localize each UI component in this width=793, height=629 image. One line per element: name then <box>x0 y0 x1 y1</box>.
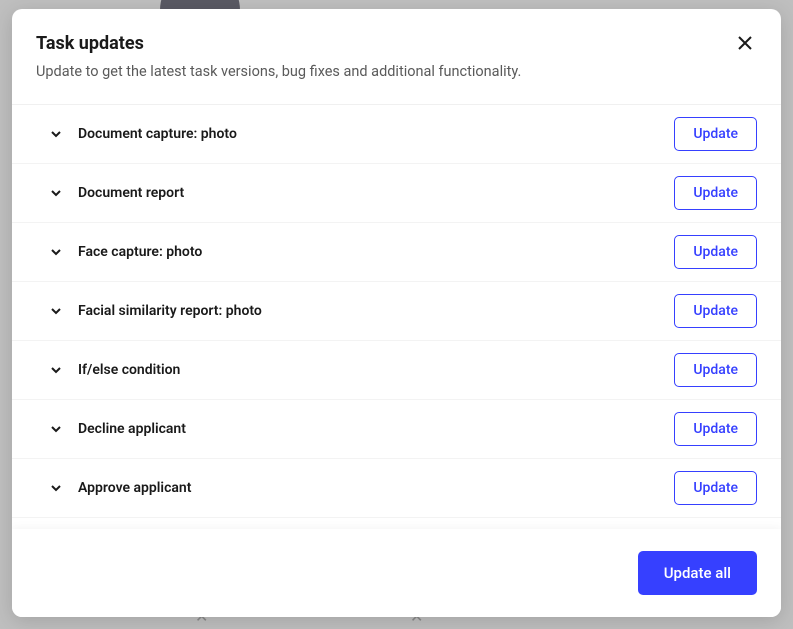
modal-footer: Update all <box>12 529 781 617</box>
update-button[interactable]: Update <box>674 117 757 151</box>
task-row: Document report Update <box>12 164 781 223</box>
task-row: Face capture: photo Update <box>12 223 781 282</box>
close-button[interactable] <box>731 29 759 57</box>
chevron-down-icon <box>50 423 62 435</box>
expand-toggle[interactable] <box>48 303 64 319</box>
modal-header: Task updates Update to get the latest ta… <box>12 9 781 105</box>
task-updates-modal: Task updates Update to get the latest ta… <box>12 9 781 617</box>
expand-toggle[interactable] <box>48 362 64 378</box>
modal-subtitle: Update to get the latest task versions, … <box>36 62 745 82</box>
task-list: Document capture: photo Update Document … <box>12 105 781 529</box>
task-row: Document capture: photo Update <box>12 105 781 164</box>
task-row: If/else condition Update <box>12 341 781 400</box>
chevron-down-icon <box>50 305 62 317</box>
update-all-button[interactable]: Update all <box>638 551 757 595</box>
chevron-down-icon <box>50 482 62 494</box>
update-button[interactable]: Update <box>674 471 757 505</box>
task-row <box>12 518 781 529</box>
expand-toggle[interactable] <box>48 421 64 437</box>
chevron-down-icon <box>50 364 62 376</box>
task-row: Approve applicant Update <box>12 459 781 518</box>
close-icon <box>737 35 753 51</box>
update-button[interactable]: Update <box>674 235 757 269</box>
expand-toggle[interactable] <box>48 126 64 142</box>
modal-title: Task updates <box>36 33 745 54</box>
update-button[interactable]: Update <box>674 294 757 328</box>
task-label: Decline applicant <box>78 421 660 437</box>
task-label: Approve applicant <box>78 480 660 496</box>
chevron-down-icon <box>50 246 62 258</box>
update-button[interactable]: Update <box>674 412 757 446</box>
update-button[interactable]: Update <box>674 353 757 387</box>
expand-toggle[interactable] <box>48 185 64 201</box>
expand-toggle[interactable] <box>48 480 64 496</box>
task-label: Document report <box>78 185 660 201</box>
chevron-down-icon <box>50 187 62 199</box>
chevron-down-icon <box>50 128 62 140</box>
task-row: Facial similarity report: photo Update <box>12 282 781 341</box>
task-label: If/else condition <box>78 362 660 378</box>
task-label: Facial similarity report: photo <box>78 303 660 319</box>
task-label: Face capture: photo <box>78 244 660 260</box>
expand-toggle[interactable] <box>48 244 64 260</box>
task-label: Document capture: photo <box>78 126 660 142</box>
update-button[interactable]: Update <box>674 176 757 210</box>
task-row: Decline applicant Update <box>12 400 781 459</box>
